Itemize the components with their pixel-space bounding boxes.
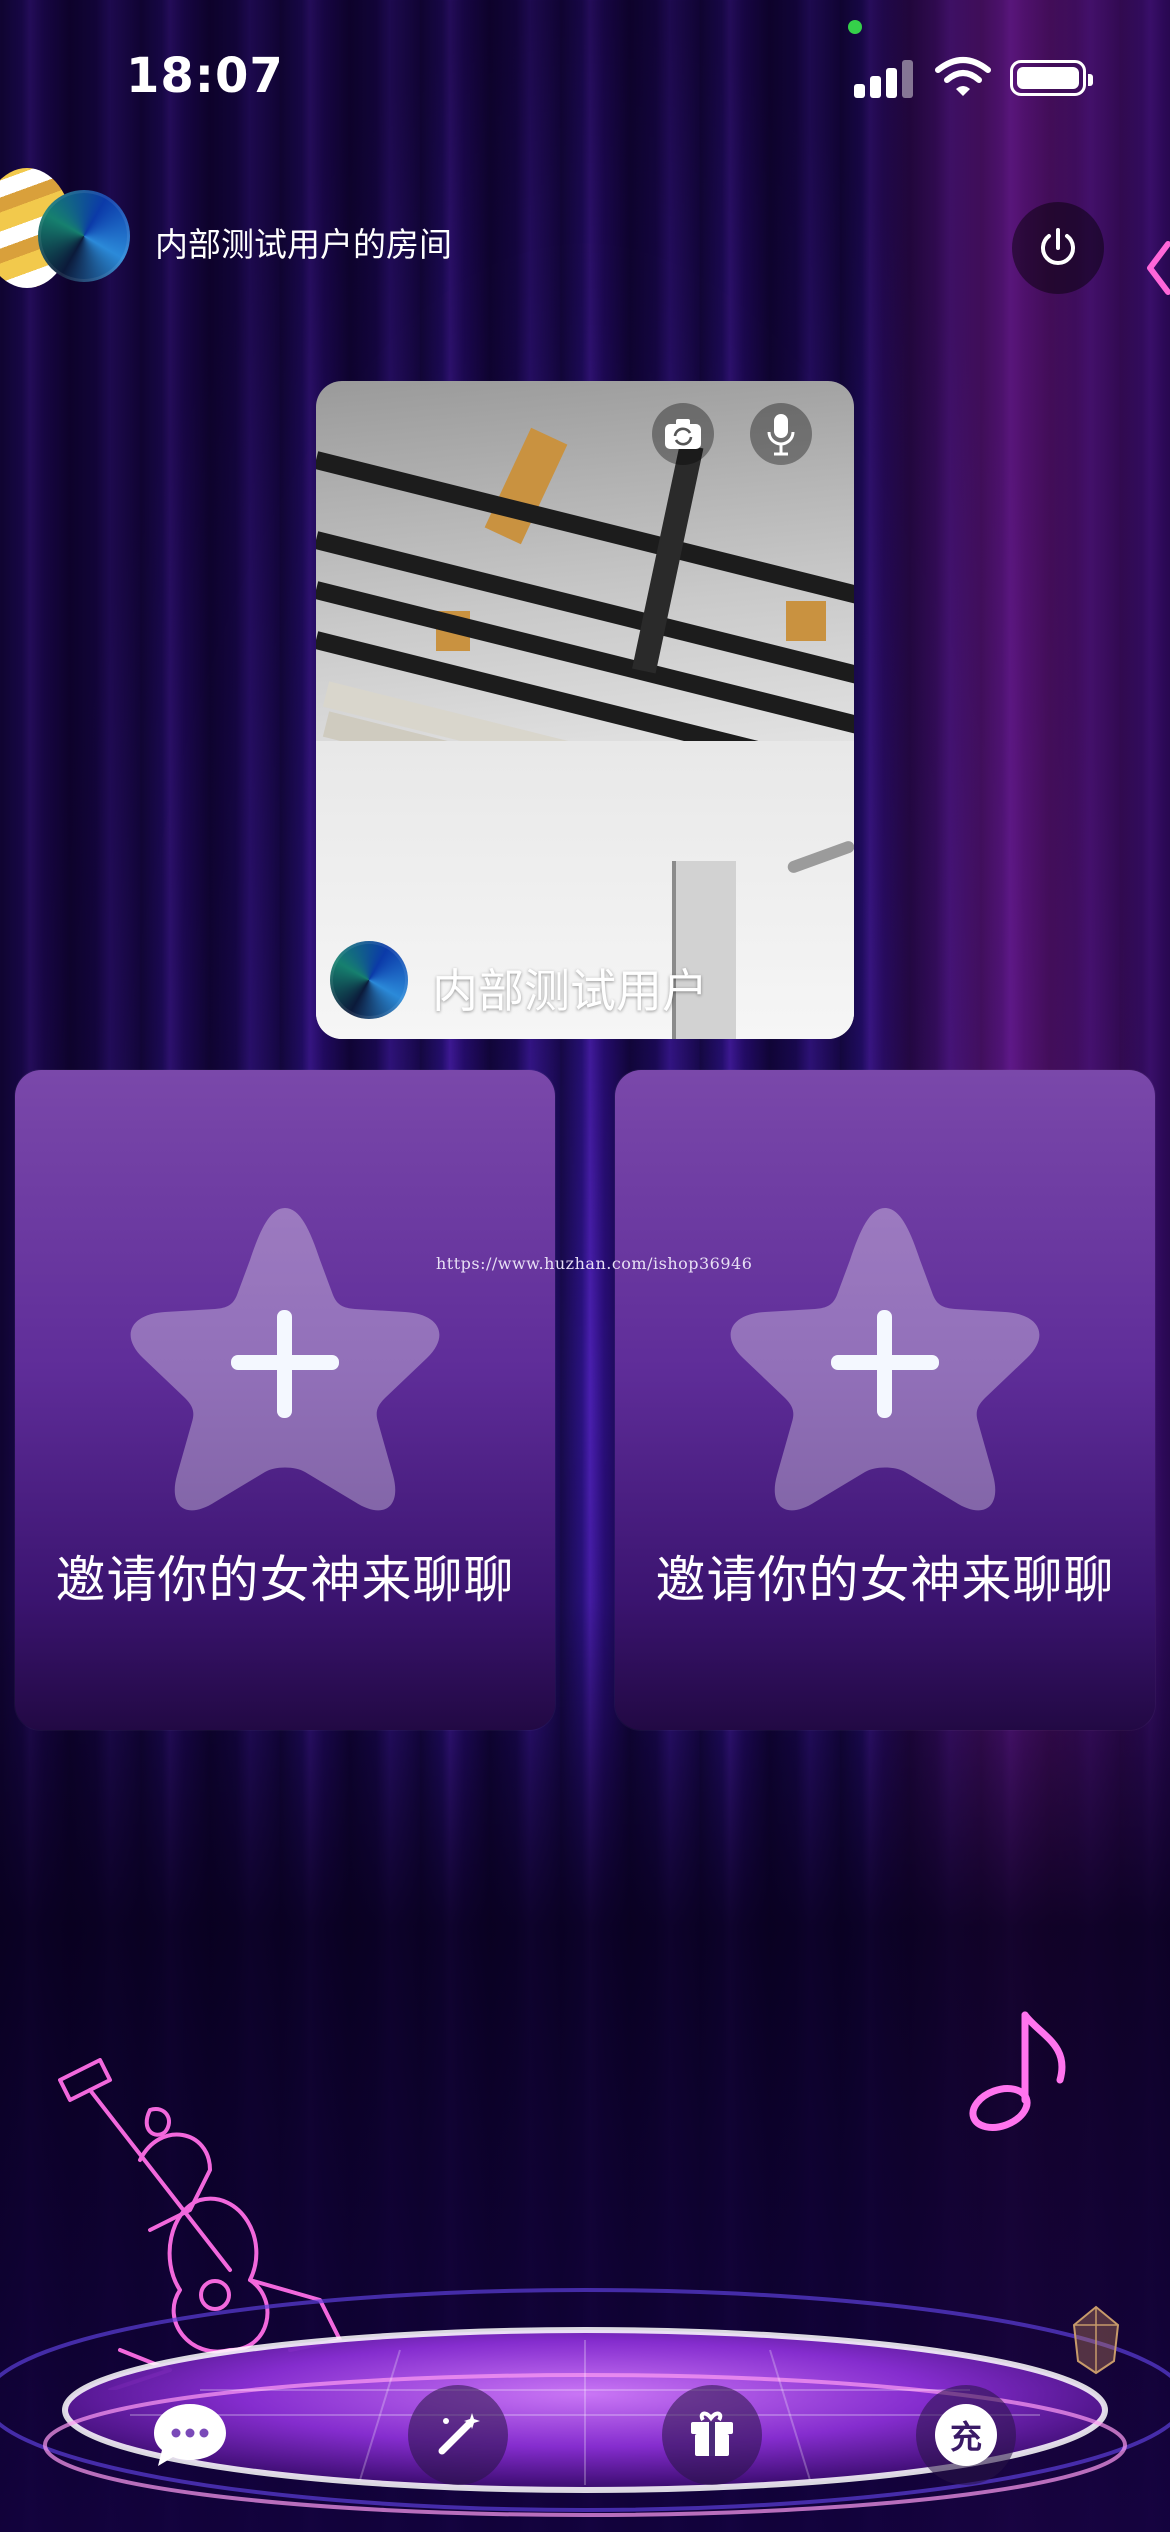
microphone-icon (767, 414, 795, 456)
cellular-signal-icon (854, 58, 916, 98)
camera-in-use-indicator (848, 20, 862, 34)
power-icon (1041, 228, 1075, 265)
battery-icon (1010, 60, 1093, 96)
chat-button[interactable] (140, 2385, 240, 2485)
chat-bubble-icon (154, 2404, 226, 2466)
status-time: 18:07 (126, 48, 284, 104)
star-plus-icon (130, 1208, 440, 1511)
host-avatar[interactable] (330, 941, 408, 1019)
invite-slot[interactable]: 邀请你的女神来聊聊 (15, 1070, 555, 1730)
invite-label: 邀请你的女神来聊聊 (55, 1551, 515, 1609)
status-bar: 18:07 (0, 0, 1170, 150)
power-button[interactable] (1012, 202, 1104, 294)
chevron-left-icon[interactable] (1144, 238, 1170, 298)
wifi-icon (935, 57, 991, 96)
crystal-decoration (1072, 2305, 1120, 2375)
recharge-button[interactable]: 充 (916, 2385, 1016, 2485)
host-name: 内部测试用户 (432, 964, 708, 1018)
invite-label: 邀请你的女神来聊聊 (655, 1551, 1115, 1609)
camera-switch-icon (665, 419, 701, 449)
magic-wand-icon (438, 2413, 480, 2455)
invite-slot[interactable]: 邀请你的女神来聊聊 (615, 1070, 1155, 1730)
gift-icon (691, 2411, 733, 2456)
music-note-icon (969, 2011, 1066, 2131)
beauty-filter-button[interactable] (408, 2385, 508, 2485)
charge-icon: 充 (935, 2404, 997, 2466)
microphone-button[interactable] (750, 403, 812, 465)
gift-button[interactable] (662, 2385, 762, 2485)
camera-switch-button[interactable] (652, 403, 714, 465)
room-owner-avatar[interactable] (38, 190, 130, 282)
host-video-view[interactable]: 内部测试用户 (316, 381, 854, 1039)
room-title: 内部测试用户的房间 (155, 225, 452, 264)
star-plus-icon (730, 1208, 1040, 1511)
watermark-text: https://www.huzhan.com/ishop36946 (436, 1254, 753, 1273)
